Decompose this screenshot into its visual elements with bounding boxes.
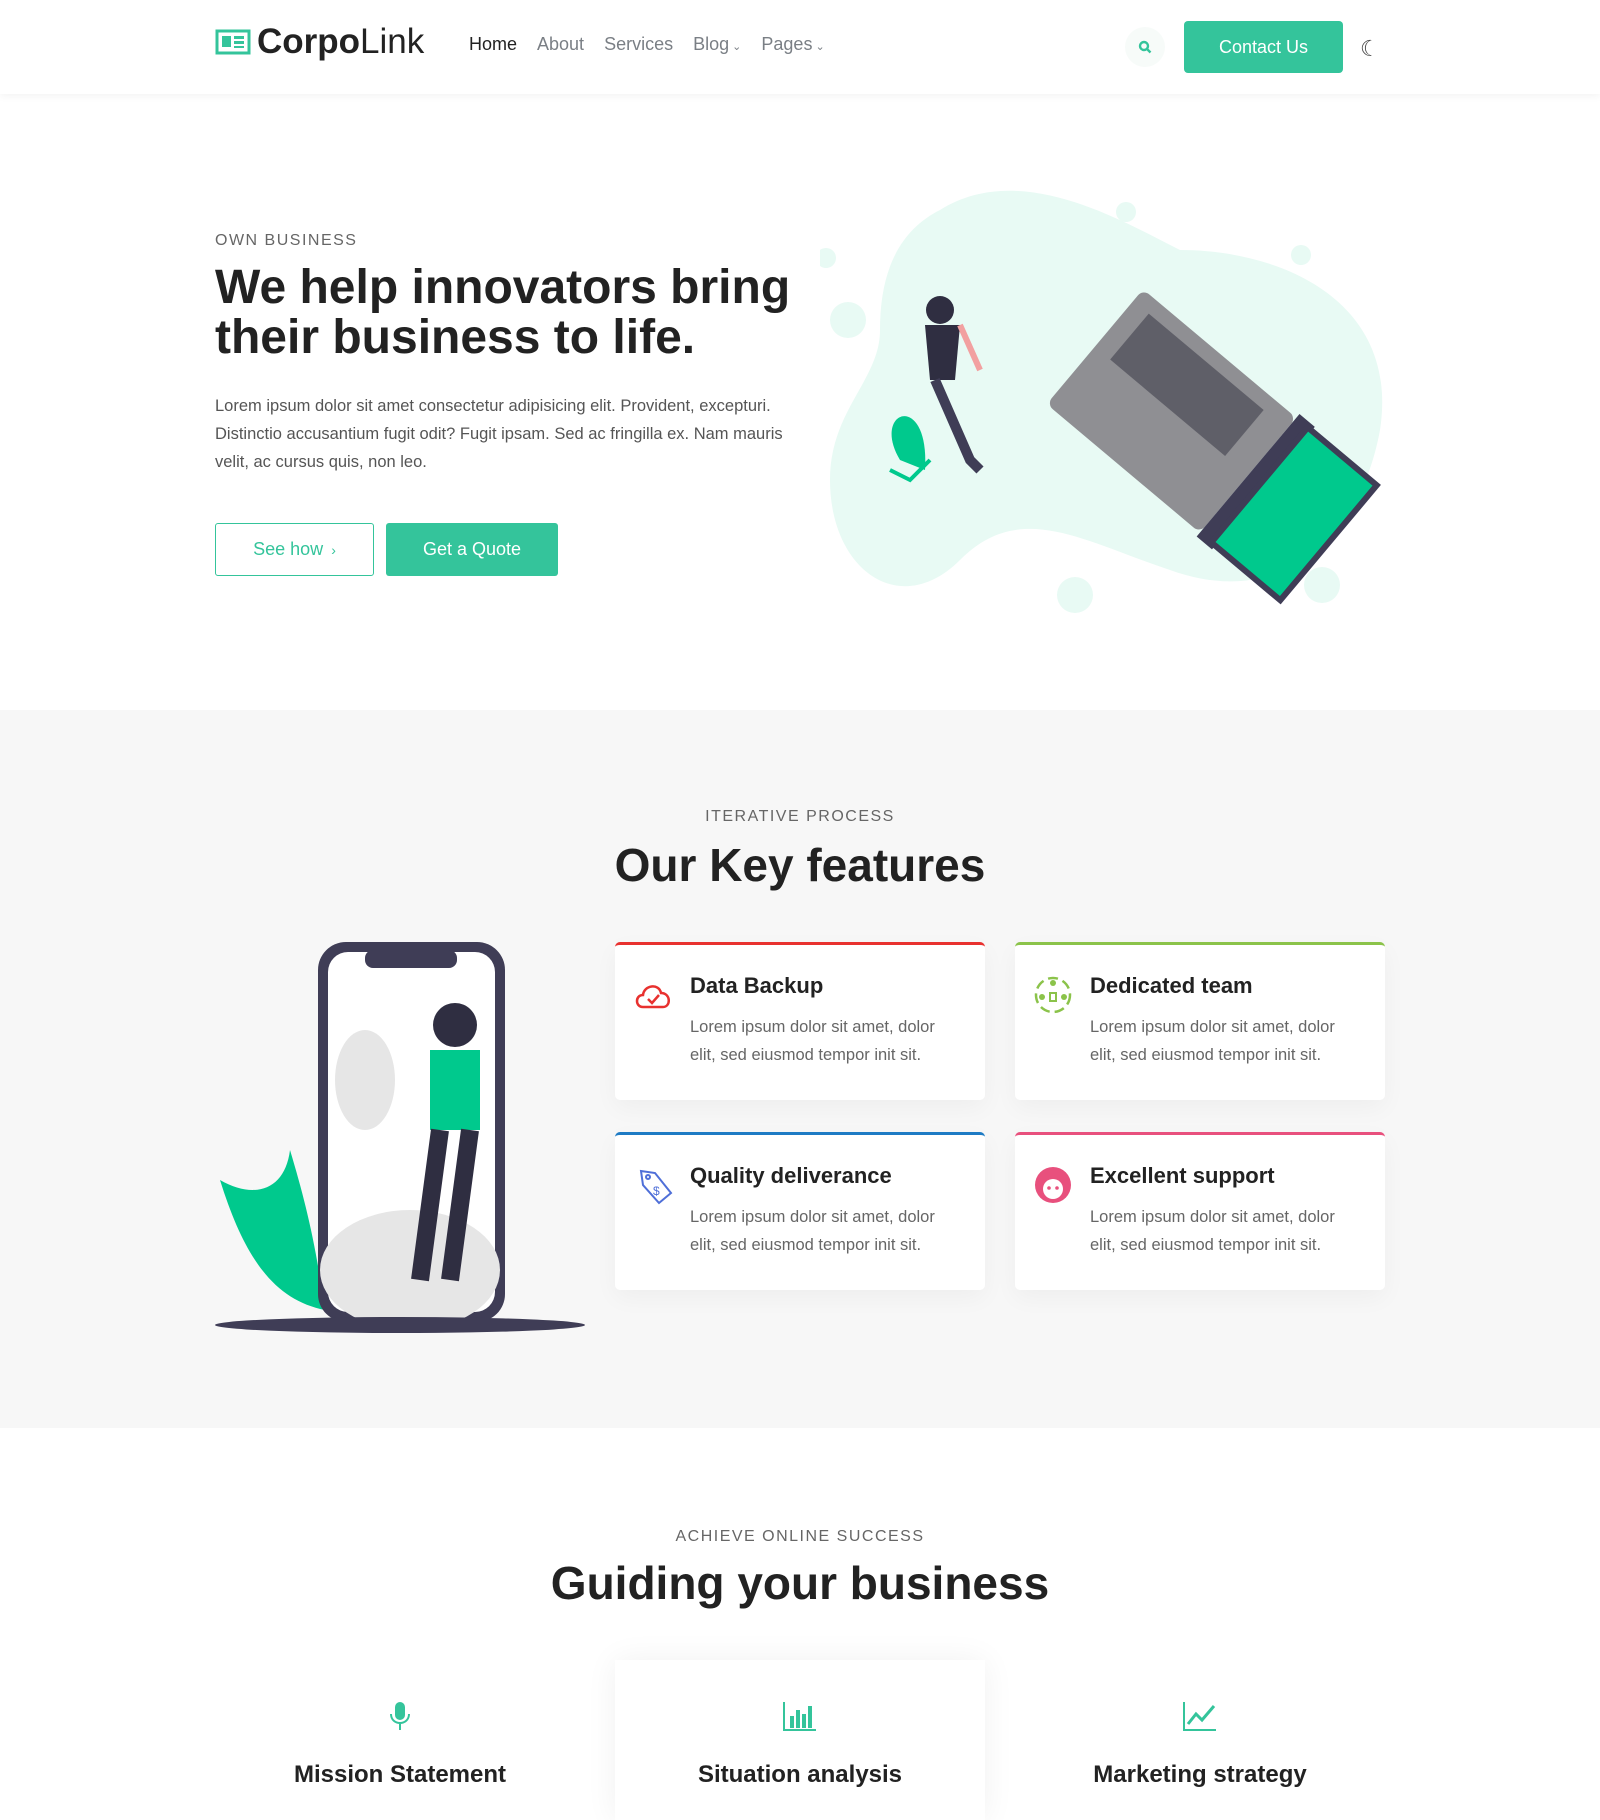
nav-blog-label: Blog bbox=[693, 34, 730, 54]
get-quote-button[interactable]: Get a Quote bbox=[386, 523, 558, 576]
bar-chart-icon bbox=[783, 1702, 816, 1731]
feature-title: Data Backup bbox=[690, 973, 824, 998]
moon-icon[interactable]: ☾ bbox=[1360, 36, 1380, 62]
contact-us-button[interactable]: Contact Us bbox=[1184, 21, 1343, 73]
price-tag-icon: $ bbox=[639, 1169, 673, 1205]
features-title: Our Key features bbox=[614, 839, 986, 891]
chevron-down-icon: ⌄ bbox=[729, 41, 742, 53]
guiding-card: Marketing strategy bbox=[1015, 1660, 1385, 1820]
cloud-check-icon bbox=[635, 985, 670, 1009]
guiding-eyebrow: ACHIEVE ONLINE SUCCESS bbox=[675, 1528, 925, 1545]
feature-title: Quality deliverance bbox=[690, 1163, 892, 1188]
navbar: CorpoLink Home About Services Blog ⌄ Pag… bbox=[0, 0, 1600, 94]
logo-text-bold: Corpo bbox=[257, 22, 361, 61]
nav-home[interactable]: Home bbox=[469, 34, 517, 55]
nav-services[interactable]: Services bbox=[604, 34, 673, 55]
guiding-item-title: Mission Statement bbox=[293, 1761, 507, 1788]
nav-pages[interactable]: Pages ⌄ bbox=[761, 34, 824, 55]
logo[interactable]: CorpoLink bbox=[215, 22, 424, 62]
support-agent-icon bbox=[1035, 1167, 1071, 1203]
feature-text: Lorem ipsum dolor sit amet, dolor elit, … bbox=[690, 1018, 935, 1064]
hero-title: We help innovators bring their business t… bbox=[215, 263, 790, 363]
hero-eyebrow: OWN BUSINESS bbox=[215, 232, 358, 249]
hero-illustration bbox=[820, 190, 1383, 613]
search-button[interactable] bbox=[1125, 27, 1165, 67]
line-chart-icon bbox=[1183, 1702, 1216, 1731]
logo-text-light: Link bbox=[360, 22, 425, 61]
guiding-title: Guiding your business bbox=[550, 1557, 1050, 1609]
nav-blog[interactable]: Blog ⌄ bbox=[693, 34, 741, 55]
chevron-down-icon: ⌄ bbox=[812, 41, 825, 53]
feature-card: $ Quality deliverance Lorem ipsum dolor s… bbox=[615, 1132, 985, 1290]
feature-title: Excellent support bbox=[1090, 1163, 1275, 1188]
feature-card: Excellent support Lorem ipsum dolor sit a… bbox=[1015, 1132, 1385, 1290]
features-eyebrow: ITERATIVE PROCESS bbox=[705, 808, 895, 825]
hero-title-line-1: We help innovators bring bbox=[215, 261, 791, 314]
hero-text: Lorem ipsum dolor sit amet consectetur a… bbox=[215, 397, 783, 471]
feature-card: Data Backup Lorem ipsum dolor sit amet, d… bbox=[615, 942, 985, 1100]
search-icon bbox=[1138, 40, 1152, 54]
guiding-card: Mission Statement bbox=[215, 1660, 585, 1820]
feature-card: Dedicated team Lorem ipsum dolor sit amet… bbox=[1015, 942, 1385, 1100]
phone-illustration bbox=[215, 942, 585, 1333]
team-idea-icon bbox=[1034, 976, 1072, 1014]
nav-about[interactable]: About bbox=[537, 34, 584, 55]
hero-title-line-2: their business to life. bbox=[215, 311, 696, 364]
main-menu: Home About Services Blog ⌄ Pages ⌄ bbox=[469, 34, 825, 55]
feature-title: Dedicated team bbox=[1090, 973, 1253, 998]
see-how-button[interactable]: See how › bbox=[215, 523, 374, 576]
newspaper-icon bbox=[215, 29, 251, 55]
feature-text: Lorem ipsum dolor sit amet, dolor elit, … bbox=[1090, 1018, 1335, 1064]
microphone-icon bbox=[390, 1702, 410, 1730]
guiding-item-title: Situation analysis bbox=[697, 1761, 903, 1788]
guiding-card: Situation analysis bbox=[615, 1660, 985, 1820]
feature-text: Lorem ipsum dolor sit amet, dolor elit, … bbox=[1090, 1208, 1335, 1254]
chevron-right-icon: › bbox=[331, 541, 336, 558]
feature-text: Lorem ipsum dolor sit amet, dolor elit, … bbox=[690, 1208, 935, 1254]
nav-pages-label: Pages bbox=[761, 34, 813, 54]
svg-text:$: $ bbox=[653, 1184, 660, 1198]
guiding-item-title: Marketing strategy bbox=[1093, 1761, 1307, 1788]
see-how-label: See how bbox=[253, 539, 324, 559]
